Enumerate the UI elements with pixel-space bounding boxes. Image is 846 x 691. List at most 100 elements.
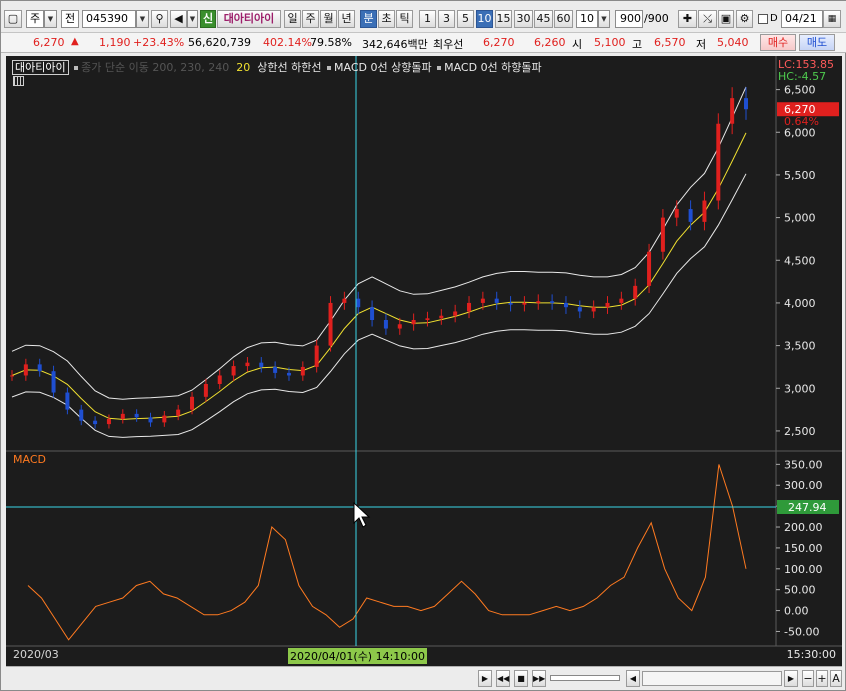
candle-body <box>37 364 42 372</box>
candle-body <box>23 364 28 376</box>
chevron-down-icon[interactable]: ▼ <box>44 10 57 28</box>
interval-3[interactable]: 3 <box>438 10 455 28</box>
market-type[interactable]: 전 <box>61 10 79 28</box>
sell-button[interactable]: 매도 <box>799 34 835 51</box>
price-tick-label: 4,000 <box>784 297 816 310</box>
up-triangle-icon: ▲ <box>71 36 79 47</box>
date-input[interactable]: 04/21 <box>781 10 823 28</box>
period-month[interactable]: 월 <box>320 10 337 28</box>
scroll-track[interactable] <box>642 671 782 686</box>
candle-body <box>744 98 748 110</box>
chart-scrollbar[interactable]: ▶ ◀◀ ■ ▶▶ ◀ ▶ − + A <box>6 666 842 690</box>
period-year[interactable]: 년 <box>338 10 355 28</box>
market-select[interactable]: 주 <box>26 10 44 28</box>
d-label: D <box>770 13 778 24</box>
interval-30[interactable]: 30 <box>514 10 533 28</box>
candle-body <box>494 298 499 303</box>
rewind-icon[interactable]: ◀◀ <box>496 670 510 687</box>
macd-tick-label: 300.00 <box>784 479 823 492</box>
candle-body <box>328 302 333 346</box>
open-label: 시 <box>572 38 583 51</box>
legend-stock[interactable]: 대아티아이 <box>12 60 69 75</box>
window-menu-icon[interactable]: ▢ <box>4 10 22 28</box>
stop-icon[interactable]: ■ <box>514 670 528 687</box>
interval-10[interactable]: 10 <box>476 10 493 28</box>
best-ask-label: 최우선 <box>433 38 464 51</box>
candle-body <box>425 318 430 320</box>
price-tick-label: 3,000 <box>784 382 816 395</box>
interval-1[interactable]: 1 <box>419 10 436 28</box>
legend-band: 상한선 하한선 <box>257 61 322 74</box>
interval-60[interactable]: 60 <box>554 10 573 28</box>
play-icon[interactable]: ▶ <box>478 670 492 687</box>
date-checkbox[interactable] <box>758 14 768 24</box>
interval-5[interactable]: 5 <box>457 10 474 28</box>
candle-body <box>231 366 236 376</box>
candle-body <box>411 320 416 325</box>
best-ask: 6,270 <box>483 36 515 49</box>
grid-icon[interactable] <box>13 76 24 86</box>
price-chart[interactable]: 6,500 6,000 5,500 5,000 4,500 4,000 3,500 3,000… <box>6 56 842 666</box>
add-indicator-icon[interactable]: ✚ <box>678 10 697 28</box>
stock-code-input[interactable]: 045390 <box>82 10 136 28</box>
interval-input[interactable]: 10 <box>576 10 598 28</box>
candle-body <box>633 285 638 299</box>
buy-button[interactable]: 매수 <box>760 34 796 51</box>
change-percent: +23.43% <box>133 36 185 49</box>
candle-body <box>467 302 472 312</box>
candle-body <box>10 375 14 377</box>
stock-name[interactable]: 대아티아이 <box>217 10 281 28</box>
current-pct-label: 0.64% <box>784 115 819 128</box>
candle-body <box>148 417 153 423</box>
candle-body <box>397 324 402 329</box>
save-icon[interactable]: ▣ <box>718 10 734 28</box>
scroll-right-icon[interactable]: ▶ <box>784 670 798 687</box>
time-axis-start: 2020/03 <box>13 648 59 661</box>
period-week[interactable]: 주 <box>302 10 319 28</box>
zoom-out-icon[interactable]: − <box>802 670 814 687</box>
candle-body <box>688 209 693 222</box>
macd-tick-label: 150.00 <box>784 542 823 555</box>
chart-canvas[interactable]: 6,5006,0005,5005,0004,5004,0003,5003,000… <box>6 56 842 666</box>
fast-forward-icon[interactable]: ▶▶ <box>532 670 546 687</box>
period-day[interactable]: 일 <box>284 10 301 28</box>
high-price: 6,570 <box>654 36 686 49</box>
scroll-left-icon[interactable]: ◀ <box>626 670 640 687</box>
macd-line <box>27 464 747 641</box>
candle-body <box>190 396 195 410</box>
candle-body <box>591 307 596 312</box>
price-tick-label: 2,500 <box>784 425 816 438</box>
chart-window: ▢ 주 ▼ 전 045390 ▼ ⚲ ◀ ▼ 신 대아티아이 일 주 월 년 분… <box>0 0 846 691</box>
period-tick[interactable]: 틱 <box>396 10 413 28</box>
chevron-down-icon[interactable]: ▼ <box>598 10 610 28</box>
low-label: 저 <box>696 38 707 51</box>
search-icon[interactable]: ⚲ <box>151 10 168 28</box>
price-tick-label: 3,500 <box>784 340 816 353</box>
count-input[interactable]: 900 <box>615 10 643 28</box>
legend-macd-up: MACD 0선 상향돌파 <box>334 61 432 74</box>
interval-15[interactable]: 15 <box>495 10 512 28</box>
zoom-in-icon[interactable]: + <box>816 670 828 687</box>
price-change: 1,190 <box>99 36 131 49</box>
price-tick-label: 5,000 <box>784 212 816 225</box>
chevron-down-icon[interactable]: ▼ <box>136 10 149 28</box>
speed-slider[interactable] <box>550 675 620 681</box>
candle-body <box>93 420 98 425</box>
period-second[interactable]: 초 <box>378 10 395 28</box>
chevron-down-icon[interactable]: ▼ <box>187 10 198 28</box>
candle-body <box>217 375 222 384</box>
gear-icon[interactable]: ⚙ <box>736 10 753 28</box>
macd-tick-label: 200.00 <box>784 521 823 534</box>
interval-45[interactable]: 45 <box>534 10 553 28</box>
candle-body <box>65 392 70 410</box>
candle-body <box>356 298 361 308</box>
auto-scale-icon[interactable]: A <box>830 670 842 687</box>
compare-icon[interactable]: ⤯ <box>698 10 717 28</box>
calendar-icon[interactable]: ▦ <box>823 10 841 28</box>
speaker-icon[interactable]: ◀ <box>170 10 187 28</box>
period-minute[interactable]: 분 <box>360 10 377 28</box>
candle-body <box>370 307 375 320</box>
legend-ma: 종가 단순 이동 200, 230, 240 <box>81 61 230 74</box>
chart-legend: 대아티아이 종가 단순 이동 200, 230, 240 20 상한선 하한선 … <box>12 59 542 75</box>
macd-tick-label: 0.00 <box>784 605 809 618</box>
